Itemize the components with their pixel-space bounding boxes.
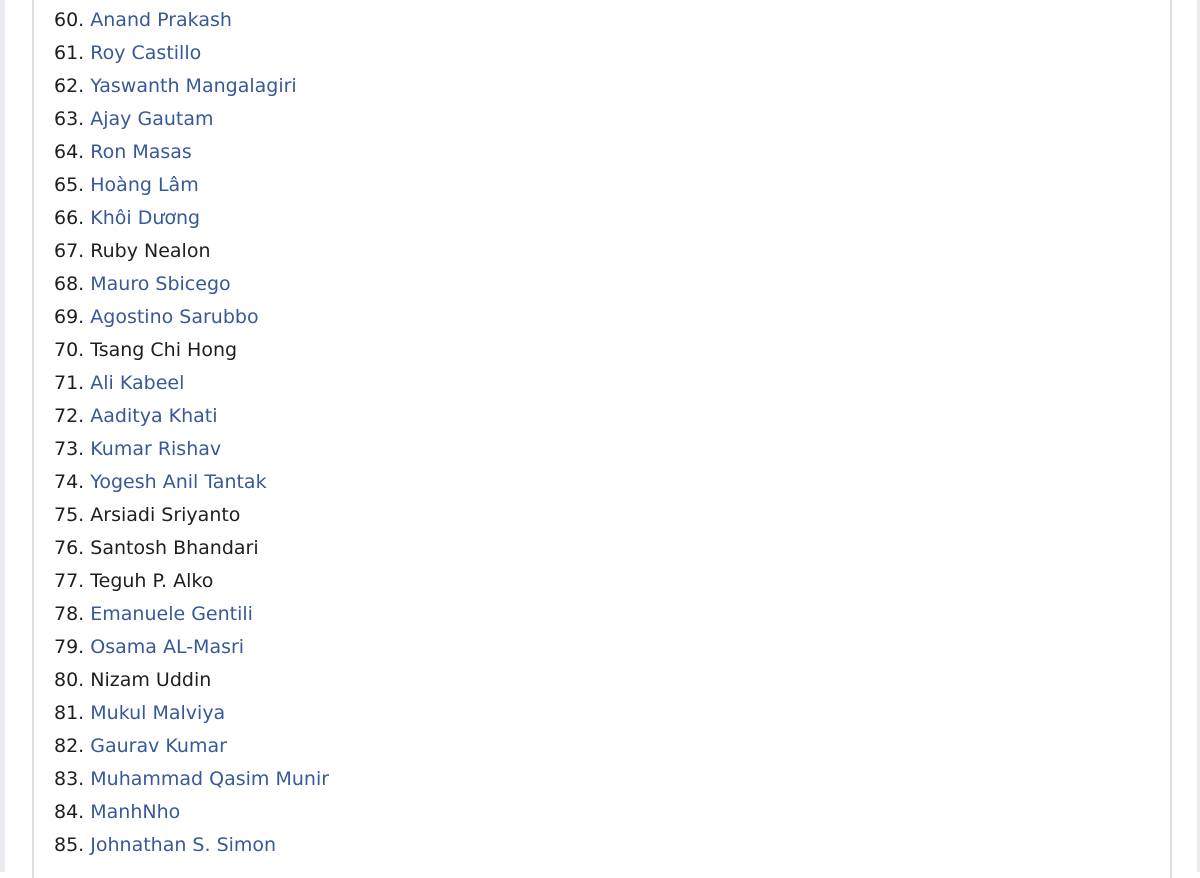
list-item: 82. Gaurav Kumar xyxy=(54,733,329,766)
item-number: 71. xyxy=(54,372,85,394)
item-number: 66. xyxy=(54,207,85,229)
name-text: Arsiadi Sriyanto xyxy=(90,504,241,526)
list-item: 80. Nizam Uddin xyxy=(54,667,329,700)
name-text: Santosh Bhandari xyxy=(90,537,259,559)
item-number: 78. xyxy=(54,603,85,625)
name-link[interactable]: Johnathan S. Simon xyxy=(90,834,276,856)
item-number: 85. xyxy=(54,834,85,856)
item-number: 72. xyxy=(54,405,85,427)
item-number: 79. xyxy=(54,636,85,658)
list-item: 63. Ajay Gautam xyxy=(54,106,329,139)
page-gutter-left xyxy=(0,0,5,872)
name-text: Tsang Chi Hong xyxy=(90,339,238,361)
name-link[interactable]: ManhNho xyxy=(90,801,180,823)
item-number: 69. xyxy=(54,306,85,328)
name-link[interactable]: Ajay Gautam xyxy=(90,108,213,130)
name-link[interactable]: Muhammad Qasim Munir xyxy=(90,768,329,790)
name-link[interactable]: Mukul Malviya xyxy=(90,702,225,724)
item-number: 63. xyxy=(54,108,85,130)
item-number: 65. xyxy=(54,174,85,196)
item-number: 77. xyxy=(54,570,85,592)
list-item: 66. Khôi Dương xyxy=(54,205,329,238)
name-list: 60. Anand Prakash 61. Roy Castillo 62. Yas… xyxy=(54,7,329,865)
item-number: 75. xyxy=(54,504,85,526)
list-item: 75. Arsiadi Sriyanto xyxy=(54,502,329,535)
list-item: 85. Johnathan S. Simon xyxy=(54,832,329,865)
name-text: Ruby Nealon xyxy=(90,240,211,262)
list-item: 79. Osama AL-Masri xyxy=(54,634,329,667)
name-link[interactable]: Mauro Sbicego xyxy=(90,273,230,295)
item-number: 74. xyxy=(54,471,85,493)
item-number: 83. xyxy=(54,768,85,790)
name-link[interactable]: Anand Prakash xyxy=(90,9,232,31)
item-number: 60. xyxy=(54,9,85,31)
list-item: 83. Muhammad Qasim Munir xyxy=(54,766,329,799)
list-item: 64. Ron Masas xyxy=(54,139,329,172)
name-link[interactable]: Osama AL-Masri xyxy=(90,636,244,658)
item-number: 73. xyxy=(54,438,85,460)
name-text: Nizam Uddin xyxy=(90,669,212,691)
list-item: 72. Aaditya Khati xyxy=(54,403,329,436)
name-link[interactable]: Kumar Rishav xyxy=(90,438,221,460)
name-link[interactable]: Agostino Sarubbo xyxy=(90,306,258,328)
name-link[interactable]: Aaditya Khati xyxy=(90,405,217,427)
item-number: 70. xyxy=(54,339,85,361)
item-number: 64. xyxy=(54,141,85,163)
item-number: 62. xyxy=(54,75,85,97)
name-link[interactable]: Yogesh Anil Tantak xyxy=(90,471,266,493)
name-link[interactable]: Ron Masas xyxy=(90,141,192,163)
list-item: 70. Tsang Chi Hong xyxy=(54,337,329,370)
list-item: 68. Mauro Sbicego xyxy=(54,271,329,304)
list-item: 60. Anand Prakash xyxy=(54,7,329,40)
item-number: 68. xyxy=(54,273,85,295)
list-item: 78. Emanuele Gentili xyxy=(54,601,329,634)
list-item: 71. Ali Kabeel xyxy=(54,370,329,403)
item-number: 81. xyxy=(54,702,85,724)
list-item: 61. Roy Castillo xyxy=(54,40,329,73)
list-item: 76. Santosh Bhandari xyxy=(54,535,329,568)
name-link[interactable]: Gaurav Kumar xyxy=(90,735,227,757)
name-link[interactable]: Hoàng Lâm xyxy=(90,174,198,196)
name-link[interactable]: Yaswanth Mangalagiri xyxy=(90,75,296,97)
item-number: 84. xyxy=(54,801,85,823)
item-number: 76. xyxy=(54,537,85,559)
name-link[interactable]: Ali Kabeel xyxy=(90,372,184,394)
list-item: 62. Yaswanth Mangalagiri xyxy=(54,73,329,106)
item-number: 80. xyxy=(54,669,85,691)
list-item: 81. Mukul Malviya xyxy=(54,700,329,733)
content-panel: 60. Anand Prakash 61. Roy Castillo 62. Yas… xyxy=(32,0,1172,878)
name-link[interactable]: Emanuele Gentili xyxy=(90,603,253,625)
list-item: 69. Agostino Sarubbo xyxy=(54,304,329,337)
item-number: 67. xyxy=(54,240,85,262)
list-item: 77. Teguh P. Alko xyxy=(54,568,329,601)
list-item: 65. Hoàng Lâm xyxy=(54,172,329,205)
list-item: 74. Yogesh Anil Tantak xyxy=(54,469,329,502)
name-link[interactable]: Roy Castillo xyxy=(90,42,201,64)
list-item: 84. ManhNho xyxy=(54,799,329,832)
list-item: 73. Kumar Rishav xyxy=(54,436,329,469)
name-link[interactable]: Khôi Dương xyxy=(90,207,200,229)
list-item: 67. Ruby Nealon xyxy=(54,238,329,271)
name-text: Teguh P. Alko xyxy=(90,570,214,592)
item-number: 82. xyxy=(54,735,85,757)
item-number: 61. xyxy=(54,42,85,64)
